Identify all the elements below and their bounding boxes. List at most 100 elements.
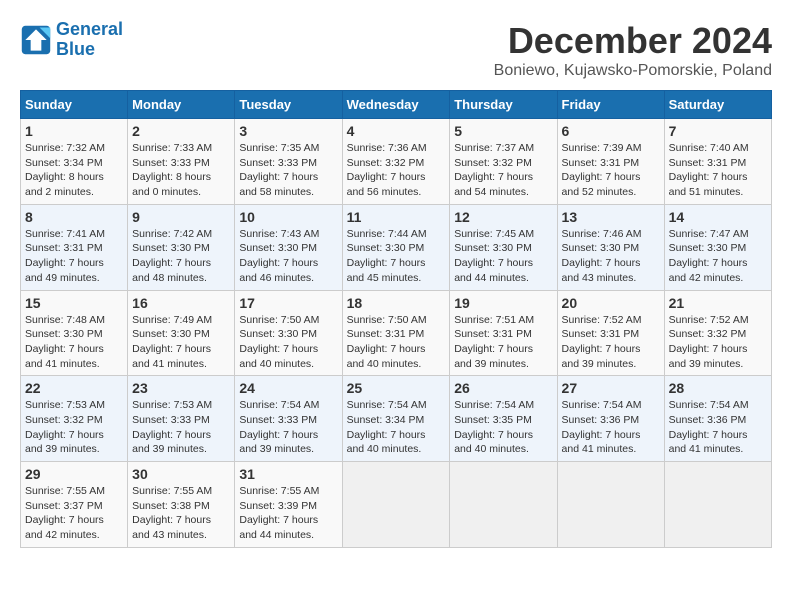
day-info: Sunrise: 7:54 AM Sunset: 3:35 PM Dayligh… bbox=[454, 398, 552, 457]
day-info: Sunrise: 7:53 AM Sunset: 3:33 PM Dayligh… bbox=[132, 398, 230, 457]
day-number: 2 bbox=[132, 123, 230, 139]
calendar-cell: 6 Sunrise: 7:39 AM Sunset: 3:31 PM Dayli… bbox=[557, 119, 664, 205]
day-number: 30 bbox=[132, 466, 230, 482]
day-number: 17 bbox=[239, 295, 337, 311]
calendar-cell: 11 Sunrise: 7:44 AM Sunset: 3:30 PM Dayl… bbox=[342, 204, 450, 290]
day-number: 24 bbox=[239, 380, 337, 396]
day-info: Sunrise: 7:39 AM Sunset: 3:31 PM Dayligh… bbox=[562, 141, 660, 200]
calendar-cell: 23 Sunrise: 7:53 AM Sunset: 3:33 PM Dayl… bbox=[128, 376, 235, 462]
calendar-cell bbox=[664, 462, 771, 548]
day-number: 14 bbox=[669, 209, 767, 225]
weekday-header: Tuesday bbox=[235, 91, 342, 119]
calendar-cell: 26 Sunrise: 7:54 AM Sunset: 3:35 PM Dayl… bbox=[450, 376, 557, 462]
day-info: Sunrise: 7:32 AM Sunset: 3:34 PM Dayligh… bbox=[25, 141, 123, 200]
logo-line2: Blue bbox=[56, 40, 123, 60]
day-info: Sunrise: 7:47 AM Sunset: 3:30 PM Dayligh… bbox=[669, 227, 767, 286]
day-number: 8 bbox=[25, 209, 123, 225]
weekday-header: Monday bbox=[128, 91, 235, 119]
day-info: Sunrise: 7:36 AM Sunset: 3:32 PM Dayligh… bbox=[347, 141, 446, 200]
location-title: Boniewo, Kujawsko-Pomorskie, Poland bbox=[494, 62, 772, 80]
day-info: Sunrise: 7:43 AM Sunset: 3:30 PM Dayligh… bbox=[239, 227, 337, 286]
weekday-header: Sunday bbox=[21, 91, 128, 119]
day-number: 25 bbox=[347, 380, 446, 396]
logo: General Blue bbox=[20, 20, 123, 60]
calendar-cell: 15 Sunrise: 7:48 AM Sunset: 3:30 PM Dayl… bbox=[21, 290, 128, 376]
calendar-cell: 2 Sunrise: 7:33 AM Sunset: 3:33 PM Dayli… bbox=[128, 119, 235, 205]
day-number: 5 bbox=[454, 123, 552, 139]
calendar-cell: 9 Sunrise: 7:42 AM Sunset: 3:30 PM Dayli… bbox=[128, 204, 235, 290]
day-info: Sunrise: 7:42 AM Sunset: 3:30 PM Dayligh… bbox=[132, 227, 230, 286]
day-number: 10 bbox=[239, 209, 337, 225]
day-info: Sunrise: 7:50 AM Sunset: 3:30 PM Dayligh… bbox=[239, 313, 337, 372]
weekday-header: Saturday bbox=[664, 91, 771, 119]
calendar-cell bbox=[342, 462, 450, 548]
weekday-header: Wednesday bbox=[342, 91, 450, 119]
day-info: Sunrise: 7:54 AM Sunset: 3:34 PM Dayligh… bbox=[347, 398, 446, 457]
day-number: 11 bbox=[347, 209, 446, 225]
calendar-cell: 27 Sunrise: 7:54 AM Sunset: 3:36 PM Dayl… bbox=[557, 376, 664, 462]
day-number: 31 bbox=[239, 466, 337, 482]
day-number: 28 bbox=[669, 380, 767, 396]
day-info: Sunrise: 7:37 AM Sunset: 3:32 PM Dayligh… bbox=[454, 141, 552, 200]
day-info: Sunrise: 7:52 AM Sunset: 3:32 PM Dayligh… bbox=[669, 313, 767, 372]
day-info: Sunrise: 7:53 AM Sunset: 3:32 PM Dayligh… bbox=[25, 398, 123, 457]
calendar-cell: 19 Sunrise: 7:51 AM Sunset: 3:31 PM Dayl… bbox=[450, 290, 557, 376]
day-number: 1 bbox=[25, 123, 123, 139]
calendar-cell: 5 Sunrise: 7:37 AM Sunset: 3:32 PM Dayli… bbox=[450, 119, 557, 205]
day-number: 6 bbox=[562, 123, 660, 139]
day-info: Sunrise: 7:55 AM Sunset: 3:37 PM Dayligh… bbox=[25, 484, 123, 543]
day-info: Sunrise: 7:33 AM Sunset: 3:33 PM Dayligh… bbox=[132, 141, 230, 200]
calendar-cell: 8 Sunrise: 7:41 AM Sunset: 3:31 PM Dayli… bbox=[21, 204, 128, 290]
calendar-cell: 31 Sunrise: 7:55 AM Sunset: 3:39 PM Dayl… bbox=[235, 462, 342, 548]
calendar-cell: 14 Sunrise: 7:47 AM Sunset: 3:30 PM Dayl… bbox=[664, 204, 771, 290]
day-info: Sunrise: 7:41 AM Sunset: 3:31 PM Dayligh… bbox=[25, 227, 123, 286]
weekday-header: Friday bbox=[557, 91, 664, 119]
day-info: Sunrise: 7:51 AM Sunset: 3:31 PM Dayligh… bbox=[454, 313, 552, 372]
day-info: Sunrise: 7:54 AM Sunset: 3:36 PM Dayligh… bbox=[562, 398, 660, 457]
day-number: 20 bbox=[562, 295, 660, 311]
month-title: December 2024 bbox=[494, 20, 772, 62]
day-number: 26 bbox=[454, 380, 552, 396]
day-number: 12 bbox=[454, 209, 552, 225]
calendar-cell: 4 Sunrise: 7:36 AM Sunset: 3:32 PM Dayli… bbox=[342, 119, 450, 205]
day-number: 23 bbox=[132, 380, 230, 396]
calendar-cell bbox=[450, 462, 557, 548]
calendar-cell: 1 Sunrise: 7:32 AM Sunset: 3:34 PM Dayli… bbox=[21, 119, 128, 205]
day-info: Sunrise: 7:54 AM Sunset: 3:36 PM Dayligh… bbox=[669, 398, 767, 457]
day-number: 21 bbox=[669, 295, 767, 311]
day-info: Sunrise: 7:35 AM Sunset: 3:33 PM Dayligh… bbox=[239, 141, 337, 200]
calendar-cell: 12 Sunrise: 7:45 AM Sunset: 3:30 PM Dayl… bbox=[450, 204, 557, 290]
day-number: 22 bbox=[25, 380, 123, 396]
day-info: Sunrise: 7:52 AM Sunset: 3:31 PM Dayligh… bbox=[562, 313, 660, 372]
day-number: 9 bbox=[132, 209, 230, 225]
calendar-cell: 18 Sunrise: 7:50 AM Sunset: 3:31 PM Dayl… bbox=[342, 290, 450, 376]
calendar-cell: 20 Sunrise: 7:52 AM Sunset: 3:31 PM Dayl… bbox=[557, 290, 664, 376]
day-info: Sunrise: 7:44 AM Sunset: 3:30 PM Dayligh… bbox=[347, 227, 446, 286]
logo-icon bbox=[20, 24, 52, 56]
calendar-cell: 22 Sunrise: 7:53 AM Sunset: 3:32 PM Dayl… bbox=[21, 376, 128, 462]
calendar-cell: 17 Sunrise: 7:50 AM Sunset: 3:30 PM Dayl… bbox=[235, 290, 342, 376]
day-info: Sunrise: 7:45 AM Sunset: 3:30 PM Dayligh… bbox=[454, 227, 552, 286]
calendar-cell: 21 Sunrise: 7:52 AM Sunset: 3:32 PM Dayl… bbox=[664, 290, 771, 376]
day-info: Sunrise: 7:40 AM Sunset: 3:31 PM Dayligh… bbox=[669, 141, 767, 200]
day-info: Sunrise: 7:54 AM Sunset: 3:33 PM Dayligh… bbox=[239, 398, 337, 457]
day-info: Sunrise: 7:49 AM Sunset: 3:30 PM Dayligh… bbox=[132, 313, 230, 372]
calendar-table: SundayMondayTuesdayWednesdayThursdayFrid… bbox=[20, 90, 772, 548]
day-info: Sunrise: 7:55 AM Sunset: 3:38 PM Dayligh… bbox=[132, 484, 230, 543]
weekday-header: Thursday bbox=[450, 91, 557, 119]
day-number: 3 bbox=[239, 123, 337, 139]
day-number: 27 bbox=[562, 380, 660, 396]
calendar-cell: 3 Sunrise: 7:35 AM Sunset: 3:33 PM Dayli… bbox=[235, 119, 342, 205]
logo-text: General Blue bbox=[56, 20, 123, 60]
day-info: Sunrise: 7:50 AM Sunset: 3:31 PM Dayligh… bbox=[347, 313, 446, 372]
page-header: General Blue December 2024 Boniewo, Kuja… bbox=[20, 20, 772, 80]
calendar-cell bbox=[557, 462, 664, 548]
calendar-cell: 25 Sunrise: 7:54 AM Sunset: 3:34 PM Dayl… bbox=[342, 376, 450, 462]
calendar-cell: 30 Sunrise: 7:55 AM Sunset: 3:38 PM Dayl… bbox=[128, 462, 235, 548]
day-number: 18 bbox=[347, 295, 446, 311]
calendar-cell: 28 Sunrise: 7:54 AM Sunset: 3:36 PM Dayl… bbox=[664, 376, 771, 462]
logo-line1: General bbox=[56, 19, 123, 39]
calendar-cell: 7 Sunrise: 7:40 AM Sunset: 3:31 PM Dayli… bbox=[664, 119, 771, 205]
calendar-cell: 16 Sunrise: 7:49 AM Sunset: 3:30 PM Dayl… bbox=[128, 290, 235, 376]
day-number: 7 bbox=[669, 123, 767, 139]
